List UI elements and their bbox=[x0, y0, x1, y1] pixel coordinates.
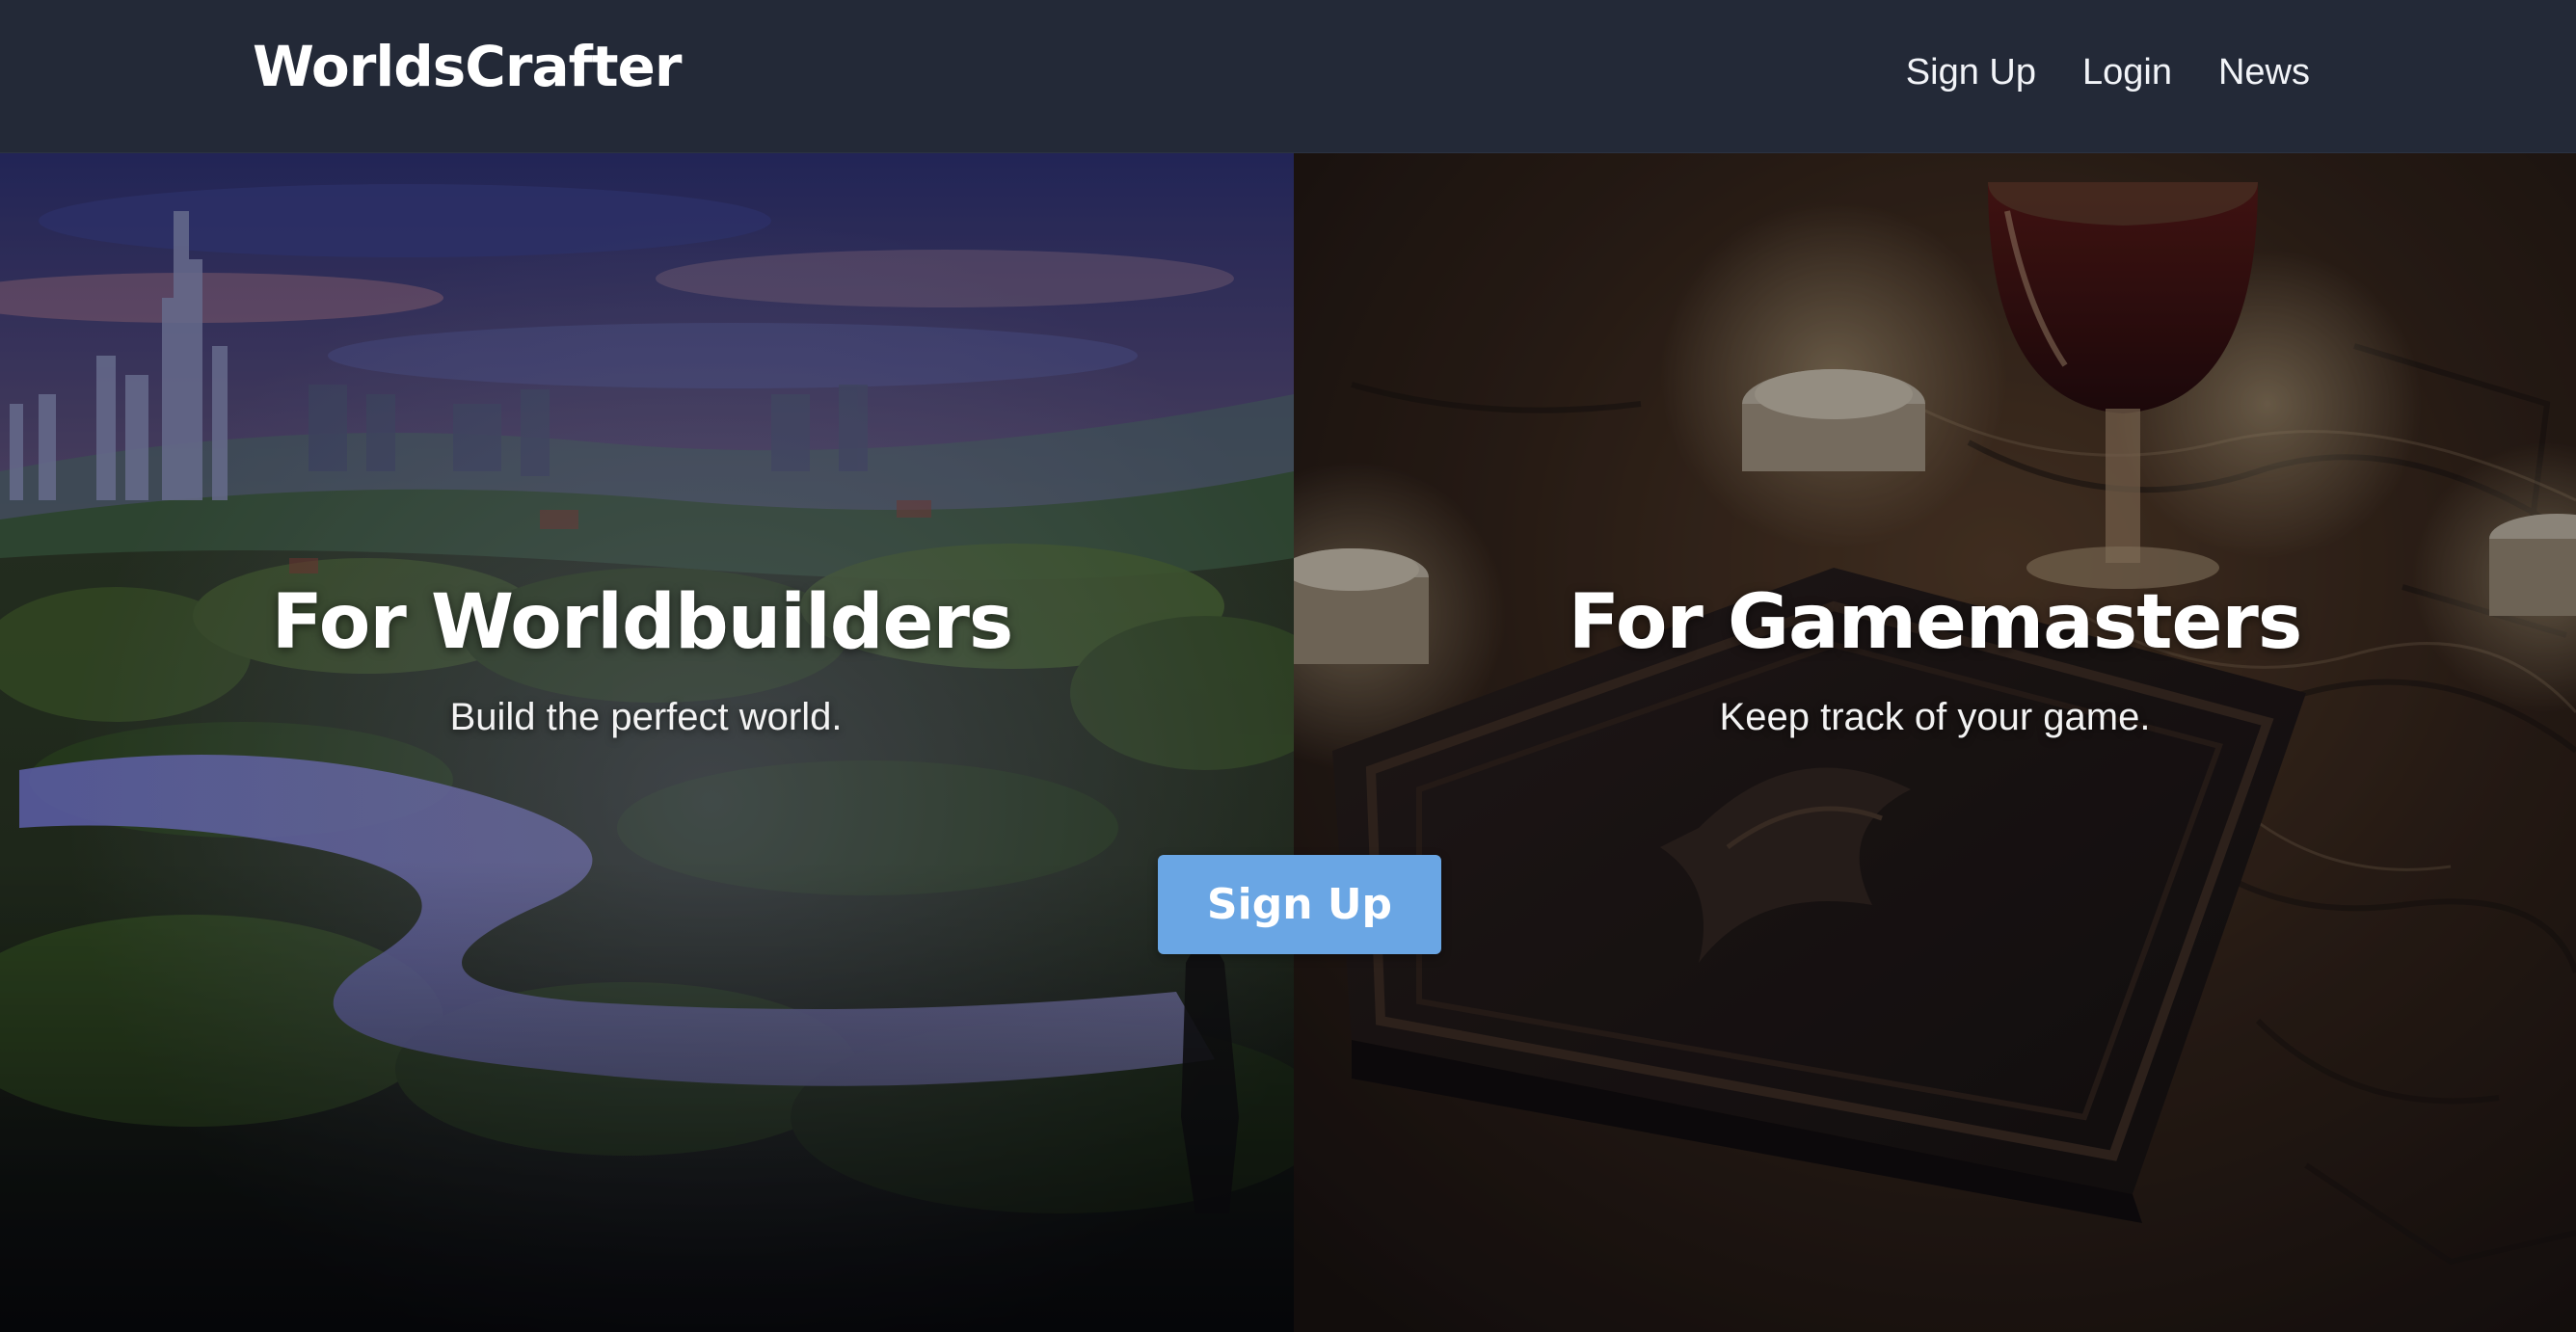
gamemasters-heading: For Gamemasters bbox=[1568, 579, 2303, 666]
gamemasters-subtitle: Keep track of your game. bbox=[1719, 696, 2151, 738]
panel-overlay bbox=[0, 153, 1294, 1332]
nav-news-link[interactable]: News bbox=[2218, 54, 2310, 91]
nav-links: Sign Up Login News bbox=[1906, 54, 2310, 91]
hero-section: For Worldbuilders Build the perfect worl… bbox=[0, 153, 2576, 1332]
brand-logo-link[interactable]: WorldsCrafter bbox=[253, 39, 682, 94]
worldbuilders-panel: For Worldbuilders Build the perfect worl… bbox=[0, 153, 1294, 1332]
gamemasters-panel: For Gamemasters Keep track of your game. bbox=[1294, 153, 2576, 1332]
top-navbar: WorldsCrafter Sign Up Login News bbox=[0, 0, 2576, 153]
worldbuilders-heading: For Worldbuilders bbox=[271, 579, 1014, 666]
hero-signup-button[interactable]: Sign Up bbox=[1158, 855, 1441, 954]
nav-signup-link[interactable]: Sign Up bbox=[1906, 54, 2036, 91]
panel-overlay bbox=[1294, 153, 2576, 1332]
worldbuilders-subtitle: Build the perfect world. bbox=[449, 696, 843, 738]
nav-login-link[interactable]: Login bbox=[2082, 54, 2172, 91]
